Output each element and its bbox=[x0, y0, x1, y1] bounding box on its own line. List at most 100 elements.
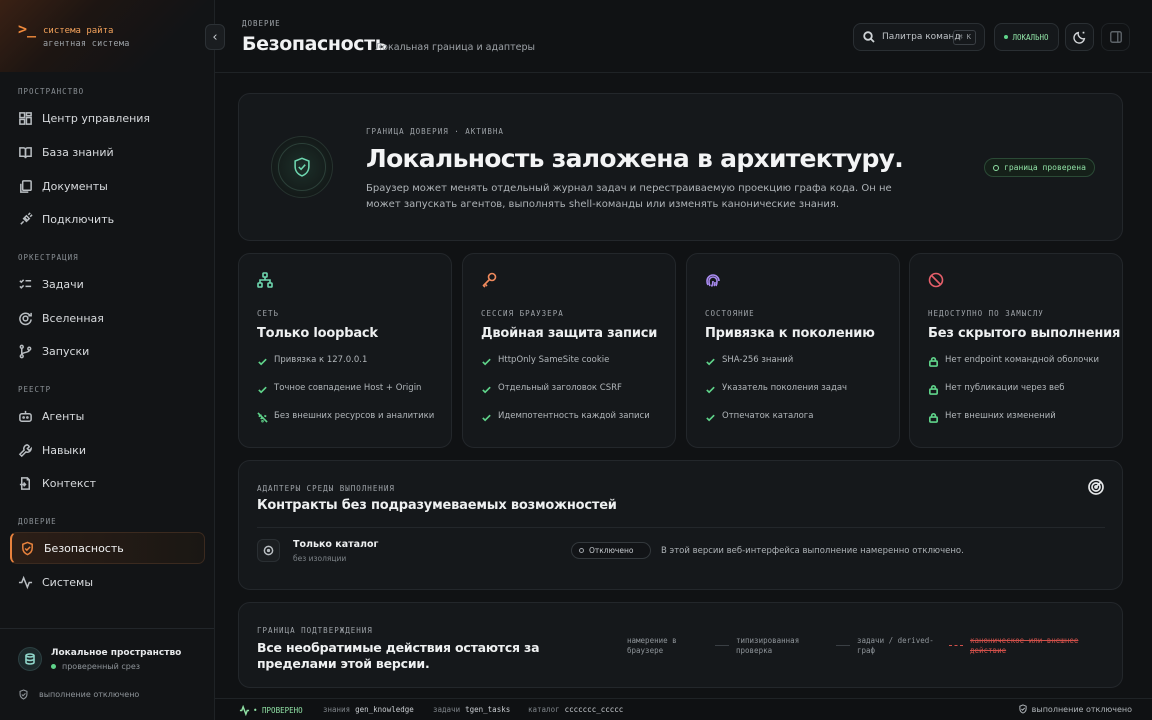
status-ring-icon bbox=[993, 164, 999, 171]
panel-right-icon bbox=[1109, 31, 1122, 43]
nav-section-registry: РЕЕСТР bbox=[18, 385, 52, 394]
list-item-text: Нет внешних изменений bbox=[945, 411, 1056, 421]
list-item: Привязка к 127.0.0.1 bbox=[257, 355, 434, 383]
local-mode-badge[interactable]: ЛОКАЛЬНО bbox=[994, 23, 1059, 51]
sidebar: >_ система райта агентная система ПРОСТР… bbox=[0, 0, 215, 720]
execution-disabled-label: выполнение отключено bbox=[1031, 704, 1132, 714]
collapse-sidebar-button[interactable]: ‹ bbox=[205, 24, 225, 50]
brand-title: система райта bbox=[43, 26, 114, 36]
ban-icon bbox=[927, 271, 945, 289]
check-icon bbox=[258, 358, 267, 366]
check-icon bbox=[706, 414, 715, 422]
toggle-panel-button[interactable] bbox=[1101, 23, 1130, 51]
status-ring-icon bbox=[579, 548, 584, 553]
card-list: HttpOnly SameSite cookie Отдельный загол… bbox=[481, 355, 650, 439]
theme-toggle-button[interactable] bbox=[1065, 23, 1094, 51]
nav-section-orchestration: ОРКЕСТРАЦИЯ bbox=[18, 253, 79, 262]
page-header: ДОВЕРИЕ Безопасность Локальная граница и… bbox=[215, 0, 1152, 73]
nav-section-workspace: ПРОСТРАНСТВО bbox=[18, 87, 85, 96]
card-title: Привязка к поколению bbox=[705, 326, 875, 341]
card-eyebrow: СЕТЬ bbox=[257, 309, 280, 318]
sidebar-item-agents[interactable]: Агенты bbox=[10, 400, 205, 432]
workspace-title: Локальное пространство bbox=[51, 648, 182, 658]
sidebar-item-label: Подключить bbox=[42, 212, 115, 226]
list-item-text: Отдельный заголовок CSRF bbox=[498, 383, 622, 393]
check-icon bbox=[706, 386, 715, 394]
check-icon bbox=[482, 358, 491, 366]
command-palette-button[interactable]: Палитра команд ⌘ K bbox=[853, 23, 985, 51]
wifi-off-icon bbox=[257, 412, 268, 423]
card-eyebrow: СЕССИЯ БРАУЗЕРА bbox=[481, 309, 564, 318]
brand[interactable]: >_ система райта агентная система bbox=[0, 0, 214, 72]
runtime-adapters-panel: АДАПТЕРЫ СРЕДЫ ВЫПОЛНЕНИЯ Контракты без … bbox=[238, 460, 1123, 590]
hero-title: Локальность заложена в архитектуру. bbox=[366, 144, 904, 173]
sidebar-item-documents[interactable]: Документы bbox=[10, 170, 205, 202]
sidebar-item-connect[interactable]: Подключить bbox=[10, 203, 205, 235]
workspace-avatar[interactable] bbox=[18, 647, 42, 671]
hero-shield-ring bbox=[278, 143, 326, 191]
hero-description: Браузер может менять отдельный журнал за… bbox=[366, 183, 892, 210]
key-icon bbox=[480, 271, 498, 289]
shield-check-icon bbox=[294, 157, 310, 177]
radar-icon bbox=[1087, 478, 1105, 496]
search-icon bbox=[863, 31, 875, 43]
flow-step: типизированная проверка bbox=[736, 636, 800, 655]
documents-icon bbox=[20, 179, 32, 193]
dashboard-icon bbox=[19, 111, 32, 125]
trust-boundary-hero: ГРАНИЦА ДОВЕРИЯ · АКТИВНА Локальность за… bbox=[238, 93, 1123, 241]
sidebar-item-label: Системы bbox=[42, 575, 94, 589]
list-item: Нет внешних изменений bbox=[928, 411, 1099, 439]
sidebar-item-tasks[interactable]: Задачи bbox=[10, 268, 205, 300]
database-icon bbox=[25, 653, 35, 665]
card-state: СОСТОЯНИЕ Привязка к поколению SHA-256 з… bbox=[686, 253, 900, 448]
flow-step: намерение в браузере bbox=[627, 636, 677, 655]
list-item-text: Указатель поколения задач bbox=[722, 383, 848, 393]
nav-section-trust: ДОВЕРИЕ bbox=[18, 517, 57, 526]
command-palette-label: Палитра команд bbox=[882, 32, 961, 42]
card-title: Двойная защита записи bbox=[481, 326, 658, 341]
breadcrumb[interactable]: ДОВЕРИЕ bbox=[242, 19, 281, 28]
shield-check-icon bbox=[1019, 704, 1027, 714]
list-item: Нет endpoint командной оболочки bbox=[928, 355, 1099, 383]
sidebar-item-context[interactable]: Контекст bbox=[10, 467, 205, 499]
sidebar-item-runs[interactable]: Запуски bbox=[10, 335, 205, 367]
lock-icon bbox=[929, 357, 938, 367]
sidebar-item-label: Навыки bbox=[42, 443, 86, 457]
tasks-generation: задачи tgen_tasks bbox=[433, 705, 510, 714]
list-item-text: Отпечаток каталога bbox=[722, 411, 814, 421]
universe-icon bbox=[19, 311, 32, 325]
sidebar-item-skills[interactable]: Навыки bbox=[10, 434, 205, 466]
card-list: Нет endpoint командной оболочки Нет публ… bbox=[928, 355, 1099, 439]
sidebar-item-systems[interactable]: Системы bbox=[10, 566, 205, 598]
knowledge-value: gen_knowledge bbox=[355, 705, 414, 714]
sidebar-item-universe[interactable]: Вселенная bbox=[10, 302, 205, 334]
sidebar-item-label: Безопасность bbox=[44, 541, 124, 555]
branch-icon bbox=[19, 344, 32, 358]
sidebar-item-label: Агенты bbox=[42, 409, 85, 423]
wrench-icon bbox=[18, 443, 32, 457]
sidebar-item-label: Запуски bbox=[42, 344, 90, 358]
sidebar-item-control-center[interactable]: Центр управления bbox=[10, 102, 205, 134]
page-subtitle: Локальная граница и адаптеры bbox=[375, 42, 536, 53]
sidebar-item-security[interactable]: Безопасность bbox=[10, 532, 205, 564]
adapter-note: В этой версии веб-интерфейса выполнение … bbox=[661, 546, 964, 556]
boundary-verified-label: граница проверена bbox=[1004, 163, 1086, 172]
task-list-icon bbox=[19, 278, 32, 289]
page-title: Безопасность bbox=[242, 33, 387, 55]
chevron-left-icon: ‹ bbox=[212, 29, 218, 45]
sidebar-divider bbox=[0, 628, 214, 629]
flow-connector bbox=[836, 645, 850, 646]
flow-step-blocked: каноническое или внешнее действие bbox=[970, 636, 1079, 655]
sidebar-item-label: База знаний bbox=[42, 145, 114, 159]
tasks-value: tgen_tasks bbox=[465, 705, 511, 714]
card-eyebrow: НЕДОСТУПНО ПО ЗАМЫСЛУ bbox=[928, 309, 1044, 318]
boundary-verified-badge: граница проверена bbox=[984, 158, 1095, 177]
sidebar-item-knowledge-base[interactable]: База знаний bbox=[10, 136, 205, 168]
adapters-divider bbox=[257, 527, 1105, 528]
adapter-status-badge: Отключено bbox=[571, 542, 651, 559]
status-dot-icon bbox=[51, 664, 56, 669]
circle-dot-icon bbox=[263, 545, 274, 556]
bot-icon bbox=[19, 410, 32, 422]
list-item: Отдельный заголовок CSRF bbox=[481, 383, 650, 411]
verified-label: ПРОВЕРЕНО bbox=[262, 706, 303, 715]
